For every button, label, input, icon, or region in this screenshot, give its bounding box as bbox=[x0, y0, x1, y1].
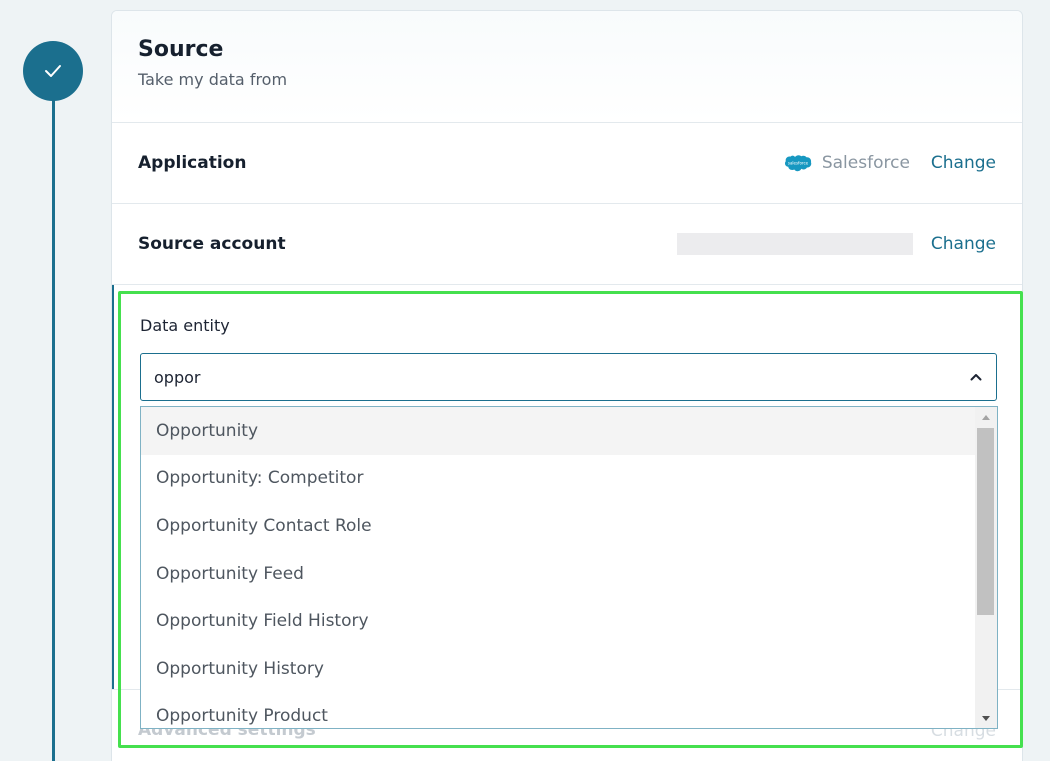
card-title: Source bbox=[138, 37, 224, 62]
stepper-line bbox=[52, 70, 55, 761]
active-section-indicator bbox=[112, 285, 114, 690]
change-application-link[interactable]: Change bbox=[931, 153, 996, 173]
card-subtitle: Take my data from bbox=[138, 70, 288, 89]
change-source-account-link[interactable]: Change bbox=[931, 234, 996, 254]
account-name-redacted bbox=[676, 233, 913, 255]
salesforce-logo-icon: salesforce bbox=[784, 154, 812, 171]
page: Source Take my data from Application sal… bbox=[0, 0, 1050, 761]
source-account-label: Source account bbox=[138, 234, 286, 254]
step-complete-indicator bbox=[23, 41, 83, 101]
source-account-row: Source account Change bbox=[112, 204, 1022, 285]
card-header: Source Take my data from bbox=[112, 11, 1022, 123]
application-label: Application bbox=[138, 153, 247, 173]
application-name: Salesforce bbox=[821, 153, 910, 173]
svg-text:salesforce: salesforce bbox=[788, 160, 809, 165]
focus-highlight bbox=[118, 291, 1023, 748]
checkmark-icon bbox=[45, 65, 61, 77]
application-row: Application salesforce Salesforce Change bbox=[112, 123, 1022, 204]
